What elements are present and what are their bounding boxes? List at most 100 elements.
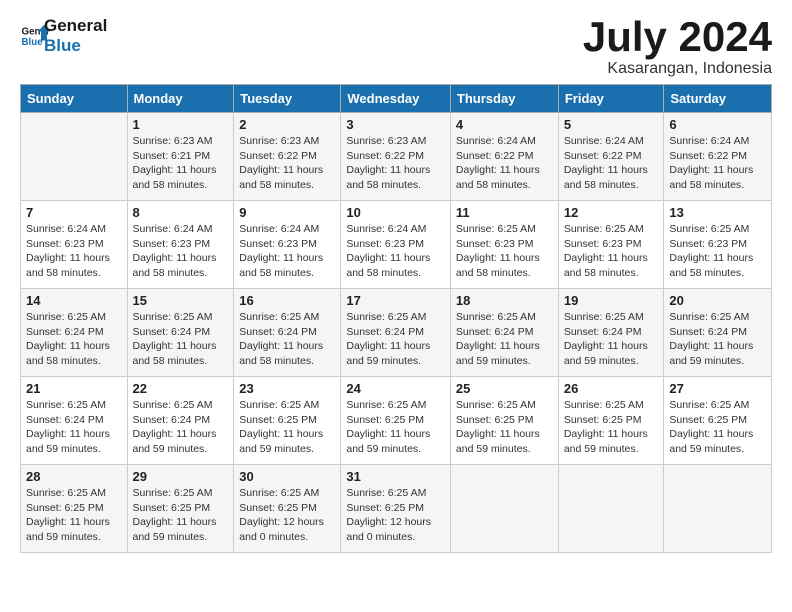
day-cell: 1Sunrise: 6:23 AMSunset: 6:21 PMDaylight… bbox=[127, 113, 234, 201]
day-info: Sunrise: 6:25 AMSunset: 6:24 PMDaylight:… bbox=[346, 310, 445, 369]
day-info: Sunrise: 6:25 AMSunset: 6:25 PMDaylight:… bbox=[133, 486, 229, 545]
day-info: Sunrise: 6:25 AMSunset: 6:24 PMDaylight:… bbox=[26, 398, 122, 457]
day-cell: 6 Sunrise: 6:24 AMSunset: 6:22 PMDaylight… bbox=[664, 113, 772, 201]
day-number: 20 bbox=[669, 293, 766, 308]
day-info: Sunrise: 6:25 AMSunset: 6:23 PMDaylight:… bbox=[456, 222, 553, 281]
day-cell: 28Sunrise: 6:25 AMSunset: 6:25 PMDayligh… bbox=[21, 465, 128, 553]
day-number: 23 bbox=[239, 381, 335, 396]
day-cell: 26 Sunrise: 6:25 AMSunset: 6:25 PMDayligh… bbox=[558, 377, 664, 465]
day-number: 21 bbox=[26, 381, 122, 396]
day-number: 6 bbox=[669, 117, 766, 132]
day-number: 30 bbox=[239, 469, 335, 484]
day-info: Sunrise: 6:25 AMSunset: 6:25 PMDaylight:… bbox=[669, 398, 766, 457]
day-cell bbox=[21, 113, 128, 201]
weekday-header-thursday: Thursday bbox=[450, 85, 558, 113]
day-info: Sunrise: 6:23 AMSunset: 6:22 PMDaylight:… bbox=[346, 134, 445, 193]
day-cell bbox=[450, 465, 558, 553]
day-number: 17 bbox=[346, 293, 445, 308]
day-cell: 10 Sunrise: 6:24 AMSunset: 6:23 PMDayligh… bbox=[341, 201, 451, 289]
day-cell bbox=[664, 465, 772, 553]
day-number: 25 bbox=[456, 381, 553, 396]
day-cell: 9 Sunrise: 6:24 AMSunset: 6:23 PMDaylight… bbox=[234, 201, 341, 289]
day-cell: 25Sunrise: 6:25 AMSunset: 6:25 PMDayligh… bbox=[450, 377, 558, 465]
day-cell: 30 Sunrise: 6:25 AMSunset: 6:25 PMDayligh… bbox=[234, 465, 341, 553]
week-row-1: 1Sunrise: 6:23 AMSunset: 6:21 PMDaylight… bbox=[21, 113, 772, 201]
day-number: 24 bbox=[346, 381, 445, 396]
day-number: 8 bbox=[133, 205, 229, 220]
day-info: Sunrise: 6:25 AMSunset: 6:24 PMDaylight:… bbox=[26, 310, 122, 369]
day-number: 4 bbox=[456, 117, 553, 132]
day-info: Sunrise: 6:25 AMSunset: 6:24 PMDaylight:… bbox=[456, 310, 553, 369]
weekday-header-monday: Monday bbox=[127, 85, 234, 113]
day-number: 26 bbox=[564, 381, 659, 396]
day-cell: 20 Sunrise: 6:25 AMSunset: 6:24 PMDayligh… bbox=[664, 289, 772, 377]
day-cell: 12Sunrise: 6:25 AMSunset: 6:23 PMDayligh… bbox=[558, 201, 664, 289]
day-info: Sunrise: 6:24 AMSunset: 6:22 PMDaylight:… bbox=[564, 134, 659, 193]
day-number: 29 bbox=[133, 469, 229, 484]
weekday-header-saturday: Saturday bbox=[664, 85, 772, 113]
logo-general: General bbox=[44, 16, 107, 36]
weekday-header-row: SundayMondayTuesdayWednesdayThursdayFrid… bbox=[21, 85, 772, 113]
day-number: 7 bbox=[26, 205, 122, 220]
day-cell: 4Sunrise: 6:24 AMSunset: 6:22 PMDaylight… bbox=[450, 113, 558, 201]
weekday-header-wednesday: Wednesday bbox=[341, 85, 451, 113]
day-info: Sunrise: 6:24 AMSunset: 6:23 PMDaylight:… bbox=[346, 222, 445, 281]
week-row-3: 14 Sunrise: 6:25 AMSunset: 6:24 PMDayligh… bbox=[21, 289, 772, 377]
day-number: 10 bbox=[346, 205, 445, 220]
day-info: Sunrise: 6:25 AMSunset: 6:24 PMDaylight:… bbox=[133, 310, 229, 369]
day-cell: 14 Sunrise: 6:25 AMSunset: 6:24 PMDayligh… bbox=[21, 289, 128, 377]
day-info: Sunrise: 6:25 AMSunset: 6:23 PMDaylight:… bbox=[564, 222, 659, 281]
day-info: Sunrise: 6:25 AMSunset: 6:25 PMDaylight:… bbox=[239, 486, 335, 545]
weekday-header-friday: Friday bbox=[558, 85, 664, 113]
day-cell: 19Sunrise: 6:25 AMSunset: 6:24 PMDayligh… bbox=[558, 289, 664, 377]
day-number: 9 bbox=[239, 205, 335, 220]
calendar-table: SundayMondayTuesdayWednesdayThursdayFrid… bbox=[20, 84, 772, 553]
week-row-4: 21 Sunrise: 6:25 AMSunset: 6:24 PMDayligh… bbox=[21, 377, 772, 465]
day-number: 1 bbox=[133, 117, 229, 132]
location-title: Kasarangan, Indonesia bbox=[583, 60, 772, 78]
svg-text:Blue: Blue bbox=[22, 37, 44, 48]
logo-blue: Blue bbox=[44, 36, 107, 56]
day-number: 28 bbox=[26, 469, 122, 484]
day-number: 2 bbox=[239, 117, 335, 132]
day-cell: 23 Sunrise: 6:25 AMSunset: 6:25 PMDayligh… bbox=[234, 377, 341, 465]
day-info: Sunrise: 6:25 AMSunset: 6:25 PMDaylight:… bbox=[239, 398, 335, 457]
day-cell: 7 Sunrise: 6:24 AMSunset: 6:23 PMDaylight… bbox=[21, 201, 128, 289]
day-number: 3 bbox=[346, 117, 445, 132]
day-cell: 29 Sunrise: 6:25 AMSunset: 6:25 PMDayligh… bbox=[127, 465, 234, 553]
day-cell: 22Sunrise: 6:25 AMSunset: 6:24 PMDayligh… bbox=[127, 377, 234, 465]
day-cell bbox=[558, 465, 664, 553]
day-info: Sunrise: 6:24 AMSunset: 6:23 PMDaylight:… bbox=[239, 222, 335, 281]
day-info: Sunrise: 6:25 AMSunset: 6:23 PMDaylight:… bbox=[669, 222, 766, 281]
day-number: 31 bbox=[346, 469, 445, 484]
weekday-header-sunday: Sunday bbox=[21, 85, 128, 113]
week-row-5: 28 Sunrise: 6:25 AMSunset: 6:25 PMDayligh… bbox=[21, 465, 772, 553]
logo: General Blue General Blue bbox=[20, 16, 107, 57]
day-cell: 11Sunrise: 6:25 AMSunset: 6:23 PMDayligh… bbox=[450, 201, 558, 289]
day-cell: 8 Sunrise: 6:24 AMSunset: 6:23 PMDaylight… bbox=[127, 201, 234, 289]
day-cell: 18Sunrise: 6:25 AMSunset: 6:24 PMDayligh… bbox=[450, 289, 558, 377]
day-number: 27 bbox=[669, 381, 766, 396]
day-number: 5 bbox=[564, 117, 659, 132]
day-info: Sunrise: 6:24 AMSunset: 6:23 PMDaylight:… bbox=[133, 222, 229, 281]
day-cell: 24Sunrise: 6:25 AMSunset: 6:25 PMDayligh… bbox=[341, 377, 451, 465]
week-row-2: 7 Sunrise: 6:24 AMSunset: 6:23 PMDaylight… bbox=[21, 201, 772, 289]
day-info: Sunrise: 6:25 AMSunset: 6:24 PMDaylight:… bbox=[669, 310, 766, 369]
day-cell: 16Sunrise: 6:25 AMSunset: 6:24 PMDayligh… bbox=[234, 289, 341, 377]
title-block: July 2024 Kasarangan, Indonesia bbox=[583, 16, 772, 78]
day-info: Sunrise: 6:25 AMSunset: 6:25 PMDaylight:… bbox=[346, 486, 445, 545]
day-cell: 17 Sunrise: 6:25 AMSunset: 6:24 PMDayligh… bbox=[341, 289, 451, 377]
day-number: 22 bbox=[133, 381, 229, 396]
weekday-header-tuesday: Tuesday bbox=[234, 85, 341, 113]
day-info: Sunrise: 6:23 AMSunset: 6:22 PMDaylight:… bbox=[239, 134, 335, 193]
day-info: Sunrise: 6:25 AMSunset: 6:25 PMDaylight:… bbox=[564, 398, 659, 457]
day-number: 13 bbox=[669, 205, 766, 220]
day-info: Sunrise: 6:25 AMSunset: 6:24 PMDaylight:… bbox=[239, 310, 335, 369]
day-number: 15 bbox=[133, 293, 229, 308]
day-info: Sunrise: 6:24 AMSunset: 6:23 PMDaylight:… bbox=[26, 222, 122, 281]
day-cell: 21 Sunrise: 6:25 AMSunset: 6:24 PMDayligh… bbox=[21, 377, 128, 465]
day-info: Sunrise: 6:24 AMSunset: 6:22 PMDaylight:… bbox=[669, 134, 766, 193]
day-number: 14 bbox=[26, 293, 122, 308]
day-cell: 31 Sunrise: 6:25 AMSunset: 6:25 PMDayligh… bbox=[341, 465, 451, 553]
day-cell: 15 Sunrise: 6:25 AMSunset: 6:24 PMDayligh… bbox=[127, 289, 234, 377]
